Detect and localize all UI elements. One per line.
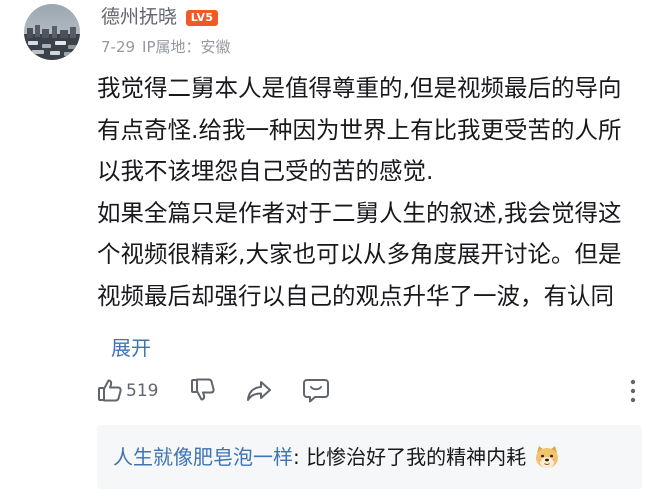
comment-meta: 7-29 IP属地：安徽	[101, 36, 231, 58]
ip-location: IP属地：安徽	[142, 38, 231, 56]
reply-bubble-icon	[303, 379, 329, 403]
doge-emoji	[536, 446, 559, 468]
thumbs-up-icon	[98, 379, 122, 402]
more-vertical-icon	[630, 379, 636, 403]
comment-line: 如果全篇只是作者对于二舅人生的叙述,我会觉得这	[97, 198, 622, 227]
comment-line: 有点奇怪.给我一种因为世界上有比我更受苦的人所	[97, 115, 622, 144]
avatar[interactable]	[24, 4, 80, 60]
comment-line: 我觉得二舅本人是值得尊重的,但是视频最后的导向	[97, 74, 622, 102]
reply-preview[interactable]: 人生就像肥皂泡一样: 比惨治好了我的精神内耗	[97, 425, 642, 489]
like-button[interactable]	[97, 377, 123, 407]
level-badge: LV5	[186, 10, 218, 26]
comment-line: 个视频很精彩,大家也可以从多角度展开讨论。但是	[97, 240, 622, 268]
avatar-image	[24, 4, 80, 60]
reply-item: 人生就像肥皂泡一样: 比惨治好了我的精神内耗	[113, 442, 560, 478]
reply-author[interactable]: 人生就像肥皂泡一样	[113, 445, 293, 469]
doge-emoji-icon	[534, 444, 560, 478]
share-button[interactable]	[245, 378, 273, 408]
comment-line: 以我不该埋怨自己受的苦的感觉.	[97, 157, 434, 185]
reply-button[interactable]	[302, 377, 330, 408]
reply-content: 比惨治好了我的精神内耗	[306, 445, 527, 469]
like-count: 519	[126, 381, 159, 401]
comment-text: 我觉得二舅本人是值得尊重的,但是视频最后的导向 有点奇怪.给我一种因为世界上有比…	[97, 68, 647, 317]
expand-link[interactable]: 展开	[111, 333, 151, 363]
reply-separator: :	[293, 445, 307, 469]
dislike-button[interactable]	[190, 377, 216, 407]
thumbs-down-icon	[191, 378, 215, 401]
share-icon	[247, 381, 271, 401]
comment-date: 7-29	[101, 38, 136, 56]
username[interactable]: 德州抚晓	[101, 3, 177, 31]
comment-line: 视频最后却强行以自己的观点升华了一波，有认同	[97, 281, 614, 310]
more-button[interactable]	[626, 378, 640, 408]
